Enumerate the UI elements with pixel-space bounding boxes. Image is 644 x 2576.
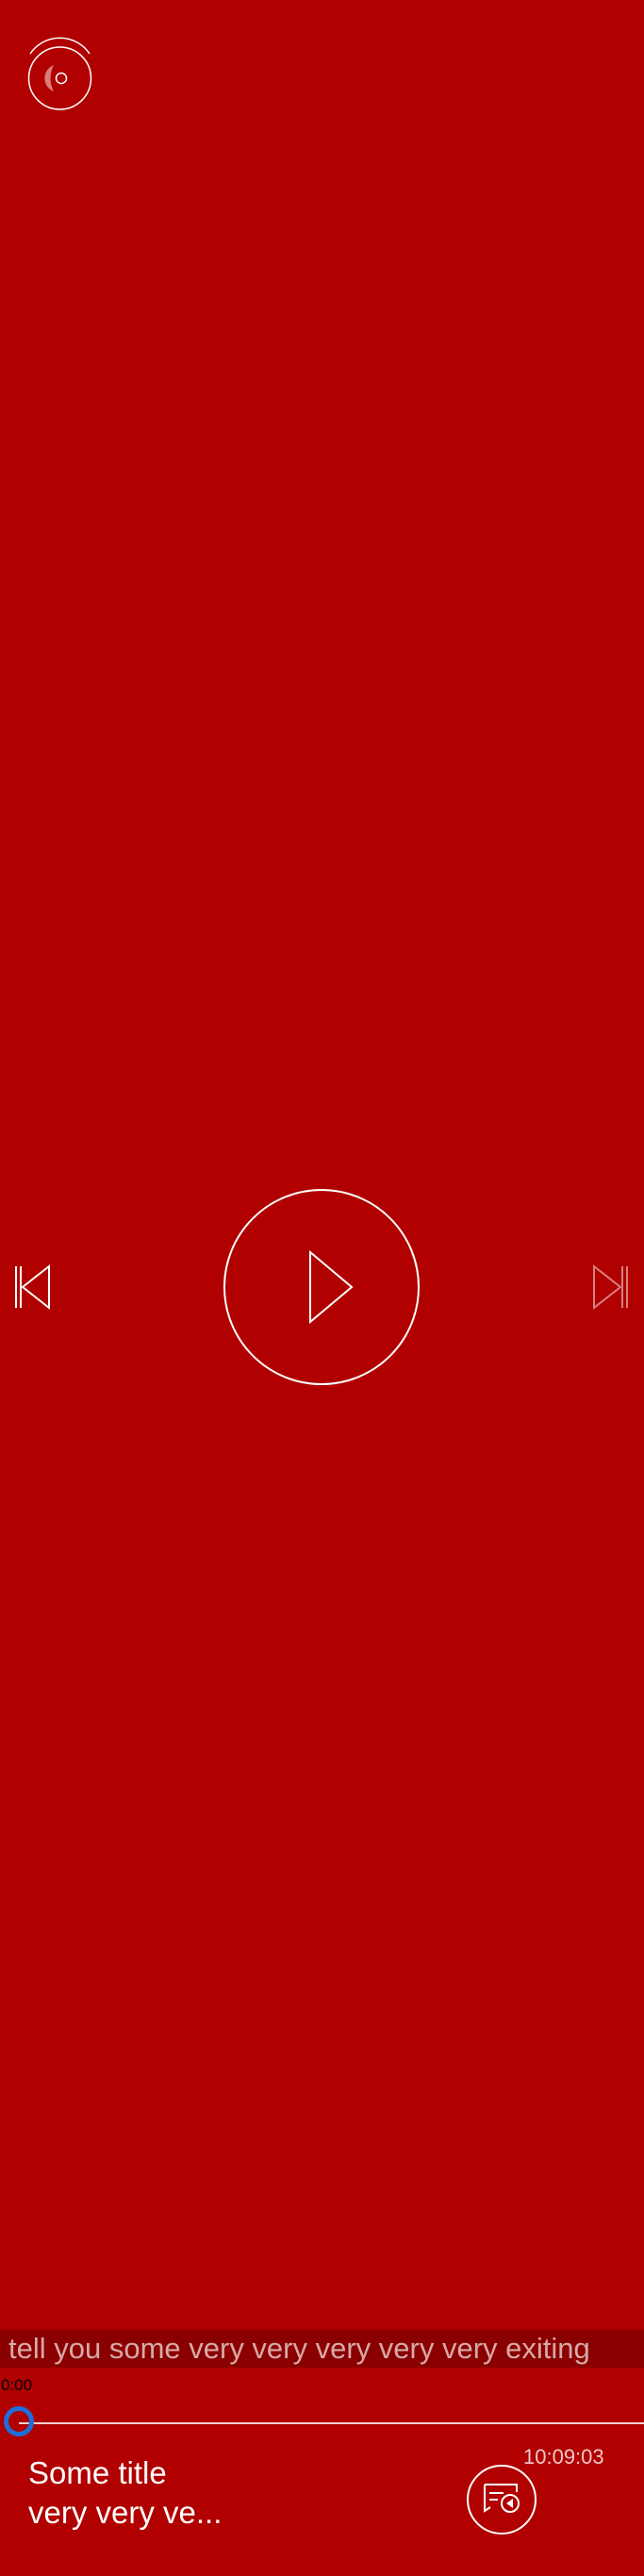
skip-previous-icon [15, 1263, 50, 1311]
ticker-text: tell you some very very very very very e… [8, 2332, 590, 2365]
disc-button[interactable] [27, 37, 92, 111]
track-subtitle: very very ve... [28, 2495, 223, 2530]
ticker-bar: tell you some very very very very very e… [0, 2330, 644, 2368]
seek-thumb[interactable] [4, 2406, 34, 2436]
play-icon [223, 1189, 420, 1385]
next-button[interactable] [590, 1263, 632, 1311]
playlist-icon [467, 2465, 537, 2535]
player-screen: tell you some very very very very very e… [0, 0, 644, 2576]
disc-icon [27, 37, 92, 110]
track-title: Some title [28, 2455, 167, 2490]
playlist-button[interactable] [466, 2464, 537, 2535]
play-button[interactable] [223, 1188, 421, 1386]
previous-button[interactable] [11, 1263, 53, 1311]
seek-track[interactable] [19, 2422, 644, 2424]
skip-next-icon [593, 1263, 628, 1311]
elapsed-time: 0:00 [1, 2376, 33, 2394]
